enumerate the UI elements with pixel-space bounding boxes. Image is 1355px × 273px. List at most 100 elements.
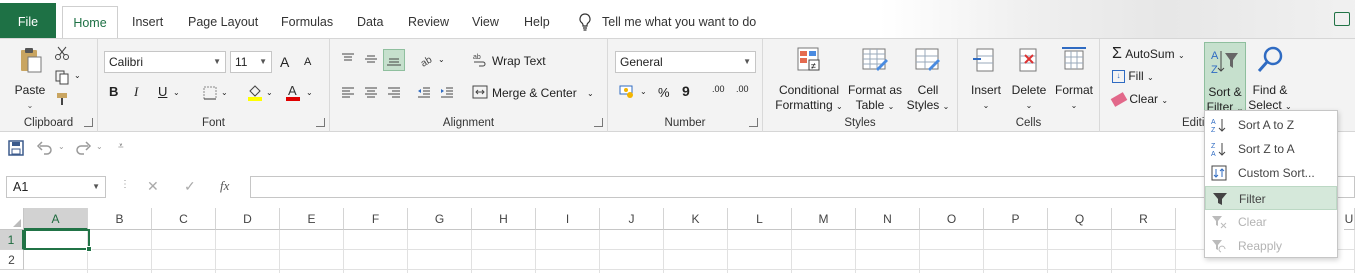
align-center-icon[interactable] [363,84,379,100]
middle-align-icon[interactable] [363,51,379,67]
find-select-button[interactable]: Find & Select ⌄ [1248,45,1292,114]
merge-center-button[interactable]: Merge & Center [492,86,577,100]
menu-item-custom-sort[interactable]: Custom Sort... [1205,161,1337,185]
column-header[interactable]: E [280,208,344,230]
comments-icon[interactable] [1334,12,1350,26]
tab-formulas[interactable]: Formulas [277,8,337,38]
column-header[interactable]: F [344,208,408,230]
number-launcher[interactable] [749,118,758,127]
tab-help[interactable]: Help [520,8,554,38]
column-header[interactable]: H [472,208,536,230]
align-left-icon[interactable] [340,84,356,100]
wrap-text-button[interactable]: Wrap Text [492,54,546,68]
cell-styles-button[interactable]: Cell Styles ⌄ [906,45,950,114]
fill-button[interactable]: ↓ Fill ⌄ [1112,69,1154,84]
menu-item-sort-a-to-z[interactable]: AZ Sort A to Z [1205,113,1337,137]
shrink-font-button[interactable]: A [304,56,311,68]
alignment-launcher[interactable] [594,118,603,127]
column-header[interactable]: D [216,208,280,230]
bottom-align-button[interactable] [383,49,405,71]
menu-item-sort-z-to-a[interactable]: ZA Sort Z to A [1205,137,1337,161]
undo-icon[interactable] [36,140,54,156]
column-header[interactable]: R [1112,208,1176,230]
paste-button[interactable]: Paste ⌄ [8,45,52,113]
decrease-decimal-button[interactable]: .00 [736,85,749,94]
save-icon[interactable] [8,140,24,156]
customize-qat-icon[interactable]: ⩡ [118,141,124,152]
tab-home[interactable]: Home [62,6,118,39]
italic-button[interactable]: I [134,84,138,100]
accounting-format-icon[interactable] [618,83,636,99]
copy-icon[interactable] [54,69,70,85]
percent-button[interactable]: % [658,85,670,100]
tab-data[interactable]: Data [353,8,387,38]
wrap-text-icon[interactable]: ab [472,51,488,67]
tell-me-box[interactable]: Tell me what you want to do [578,8,756,36]
column-header[interactable]: O [920,208,984,230]
sort-filter-button[interactable]: AZ Sort & Filter ⌄ [1204,42,1246,114]
font-name-combo[interactable]: Calibri ▼ [104,51,226,73]
formula-input[interactable] [250,176,1355,198]
increase-decimal-button[interactable]: .00 [712,85,725,94]
row-header[interactable]: 1 [0,230,24,250]
insert-function-button[interactable]: fx [220,178,229,194]
clipboard-launcher[interactable] [84,118,93,127]
font-launcher[interactable] [316,118,325,127]
tab-review[interactable]: Review [404,8,453,38]
font-size-combo[interactable]: 11 ▼ [230,51,272,73]
decrease-indent-icon[interactable] [416,84,432,100]
bold-button[interactable]: B [109,84,118,99]
fill-handle[interactable] [86,246,92,252]
increase-indent-icon[interactable] [439,84,455,100]
cancel-icon[interactable]: ✕ [147,178,159,195]
column-header[interactable]: J [600,208,664,230]
row-header[interactable]: 2 [0,250,24,270]
chevron-down-icon[interactable]: ⌄ [96,142,103,151]
enter-icon[interactable]: ✓ [184,178,196,195]
autosum-button[interactable]: Σ AutoSum ⌄ [1112,45,1185,63]
tab-file[interactable]: File [0,3,56,41]
column-header[interactable]: C [152,208,216,230]
font-color-icon[interactable]: A [284,83,302,101]
fill-color-icon[interactable] [246,83,264,101]
conditional-formatting-button[interactable]: ≠ Conditional Formatting ⌄ [773,45,845,114]
active-cell-a1[interactable] [24,229,92,252]
cut-icon[interactable] [54,45,70,61]
column-header[interactable]: K [664,208,728,230]
align-right-icon[interactable] [386,84,402,100]
delete-cells-button[interactable]: Delete ⌄ [1008,45,1050,113]
column-header[interactable]: P [984,208,1048,230]
redo-icon[interactable] [74,140,92,156]
column-header[interactable]: N [856,208,920,230]
menu-item-label: Sort A to Z [1238,118,1295,132]
column-header[interactable]: Q [1048,208,1112,230]
column-header[interactable]: A [24,208,88,230]
tab-view[interactable]: View [468,8,503,38]
top-align-icon[interactable] [340,51,356,67]
tab-insert[interactable]: Insert [128,8,167,38]
merge-center-icon[interactable] [472,84,488,100]
chevron-down-icon: ⌄ [1161,96,1169,105]
orientation-icon[interactable]: ab [418,51,436,69]
column-header[interactable]: L [728,208,792,230]
tab-page-layout[interactable]: Page Layout [184,8,262,38]
insert-cells-button[interactable]: Insert ⌄ [966,45,1006,113]
format-as-table-button[interactable]: Format as Table ⌄ [847,45,903,114]
name-box[interactable]: A1 ▼ [6,176,106,198]
column-header[interactable]: G [408,208,472,230]
number-format-combo[interactable]: General ▼ [615,51,756,73]
format-cells-button[interactable]: Format ⌄ [1052,45,1096,113]
comma-style-button[interactable]: 9 [682,83,690,99]
column-header[interactable]: M [792,208,856,230]
column-header[interactable]: I [536,208,600,230]
underline-button[interactable]: U [158,84,167,99]
menu-item-filter[interactable]: Filter [1205,186,1337,210]
borders-icon[interactable] [202,85,218,101]
chevron-down-icon[interactable]: ⌄ [58,142,65,151]
grow-font-button[interactable]: A [280,54,289,70]
clear-button[interactable]: Clear ⌄ [1110,92,1169,108]
format-painter-icon[interactable] [54,91,70,107]
column-header[interactable]: U [1344,208,1355,230]
select-all-corner[interactable] [0,208,24,230]
column-header[interactable]: B [88,208,152,230]
